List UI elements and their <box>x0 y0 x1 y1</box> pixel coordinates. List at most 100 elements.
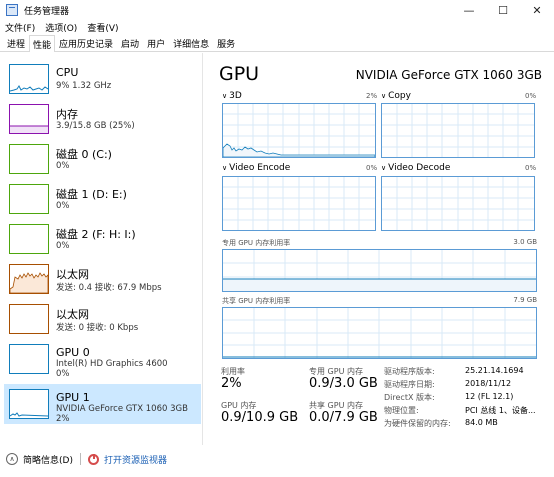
close-button[interactable]: ✕ <box>520 0 554 20</box>
gpu-model-name: NVIDIA GeForce GTX 1060 3GB <box>355 68 542 82</box>
sidebar-item-name: 以太网 <box>56 268 89 281</box>
graph-dedicated-memory <box>222 249 537 292</box>
footer-bar: ∧ 简略信息(D) 打开资源监视器 <box>0 448 554 470</box>
disk-thumbnail <box>9 184 49 214</box>
sidebar-item-detail: Intel(R) HD Graphics 4600 <box>56 359 168 369</box>
engine-selector-video-encode[interactable]: ∨ Video Encode <box>222 163 290 173</box>
info-key-driver-version: 驱动程序版本: <box>384 367 435 376</box>
sidebar-item-disk-2[interactable]: 磁盘 2 (F: H: I:) 0% <box>4 219 201 259</box>
sidebar-item-name: 磁盘 0 (C:) <box>56 148 112 161</box>
sidebar-item-ethernet-2[interactable]: 以太网 发送: 0 接收: 0 Kbps <box>4 299 201 339</box>
page-title: GPU <box>219 63 260 85</box>
graph-3d <box>222 103 376 158</box>
sidebar-item-detail: 0% <box>56 201 70 211</box>
shared-memory-stat-value: 0.0/7.9 GB <box>309 410 378 425</box>
tab-startup[interactable]: 启动 <box>117 35 143 51</box>
tab-services[interactable]: 服务 <box>213 35 239 51</box>
window-controls: — ☐ ✕ <box>452 0 554 20</box>
sidebar-item-name: 磁盘 1 (D: E:) <box>56 188 127 201</box>
utilization-value: 2% <box>221 376 242 391</box>
ethernet-thumbnail <box>9 304 49 334</box>
info-key-reserved-memory: 为硬件保留的内存: <box>384 419 451 428</box>
graph-shared-memory <box>222 307 537 359</box>
shared-memory-label: 共享 GPU 内存利用率 <box>222 297 291 305</box>
disk-thumbnail <box>9 224 49 254</box>
sidebar-item-percent: 2% <box>56 414 70 424</box>
info-value-driver-version: 25.21.14.1694 <box>465 366 524 375</box>
sidebar-item-detail: 0% <box>56 241 70 251</box>
minimize-button[interactable]: — <box>452 0 486 20</box>
graph-video-encode <box>222 176 376 231</box>
sidebar-item-gpu-1[interactable]: GPU 1 NVIDIA GeForce GTX 1060 3GB 2% <box>4 384 201 424</box>
info-key-physical-location: 物理位置: <box>384 406 419 415</box>
sidebar-item-memory[interactable]: 内存 3.9/15.8 GB (25%) <box>4 99 201 139</box>
open-resource-monitor-link[interactable]: 打开资源监视器 <box>104 453 167 466</box>
tab-users[interactable]: 用户 <box>143 35 169 51</box>
sidebar-item-detail: 9% 1.32 GHz <box>56 81 112 91</box>
tab-details[interactable]: 详细信息 <box>169 35 213 51</box>
sidebar-item-cpu[interactable]: CPU 9% 1.32 GHz <box>4 59 201 99</box>
dedicated-memory-stat-value: 0.9/3.0 GB <box>309 376 378 391</box>
engine-percent: 2% <box>366 92 378 100</box>
engine-name: Copy <box>388 91 411 101</box>
graph-video-decode <box>381 176 535 231</box>
info-value-physical-location: PCI 总线 1、设备... <box>465 406 536 415</box>
sidebar-item-detail: 0% <box>56 161 70 171</box>
footer-divider <box>79 453 81 465</box>
ethernet-thumbnail <box>9 264 49 294</box>
engine-percent: 0% <box>525 164 537 172</box>
sidebar-item-name: GPU 1 <box>56 391 90 404</box>
resource-monitor-icon[interactable] <box>87 453 99 465</box>
tab-bar: 进程 性能 应用历史记录 启动 用户 详细信息 服务 <box>0 35 554 52</box>
sidebar-item-name: 磁盘 2 (F: H: I:) <box>56 228 136 241</box>
sidebar-item-name: CPU <box>56 66 79 79</box>
engine-name: 3D <box>229 91 242 101</box>
dedicated-memory-label: 专用 GPU 内存利用率 <box>222 239 291 247</box>
chevron-down-icon: ∨ <box>222 164 228 172</box>
info-value-reserved-memory: 84.0 MB <box>465 418 498 427</box>
gpu-thumbnail <box>9 389 49 419</box>
sidebar-item-gpu-0[interactable]: GPU 0 Intel(R) HD Graphics 4600 0% <box>4 339 201 379</box>
window-title: 任务管理器 <box>24 6 70 17</box>
tab-processes[interactable]: 进程 <box>3 35 29 51</box>
engine-selector-3d[interactable]: ∨ 3D <box>222 91 242 101</box>
sidebar-item-name: 内存 <box>56 108 78 121</box>
chevron-up-icon[interactable]: ∧ <box>6 453 18 465</box>
sidebar-item-name: 以太网 <box>56 308 89 321</box>
gpu-thumbnail <box>9 344 49 374</box>
engine-name: Video Decode <box>388 163 451 173</box>
engine-selector-video-decode[interactable]: ∨ Video Decode <box>381 163 450 173</box>
fewer-details-button[interactable]: 简略信息(D) <box>23 453 73 466</box>
menu-bar: 文件(F) 选项(O) 查看(V) <box>0 20 129 35</box>
info-value-directx: 12 (FL 12.1) <box>465 392 514 401</box>
sidebar-item-percent: 0% <box>56 369 70 379</box>
menu-file[interactable]: 文件(F) <box>5 21 35 34</box>
sidebar-item-detail: 发送: 0 接收: 0 Kbps <box>56 323 139 333</box>
menu-options[interactable]: 选项(O) <box>45 21 77 34</box>
chevron-down-icon: ∨ <box>381 92 387 100</box>
chevron-down-icon: ∨ <box>381 164 387 172</box>
shared-memory-max: 7.9 GB <box>513 296 537 304</box>
memory-thumbnail <box>9 104 49 134</box>
engine-percent: 0% <box>525 92 537 100</box>
sidebar-item-detail: 发送: 0.4 接收: 67.9 Mbps <box>56 283 162 293</box>
sidebar-item-ethernet-1[interactable]: 以太网 发送: 0.4 接收: 67.9 Mbps <box>4 259 201 299</box>
sidebar-item-disk-0[interactable]: 磁盘 0 (C:) 0% <box>4 139 201 179</box>
title-bar: 任务管理器 — ☐ ✕ <box>0 0 554 20</box>
engine-selector-copy[interactable]: ∨ Copy <box>381 91 411 101</box>
sidebar-item-detail: 3.9/15.8 GB (25%) <box>56 121 135 131</box>
task-manager-icon <box>6 4 18 16</box>
menu-view[interactable]: 查看(V) <box>87 21 118 34</box>
dedicated-memory-max: 3.0 GB <box>513 238 537 246</box>
tab-performance[interactable]: 性能 <box>29 35 56 52</box>
engine-name: Video Encode <box>229 163 291 173</box>
graph-copy <box>381 103 535 158</box>
cpu-thumbnail <box>9 64 49 94</box>
info-value-driver-date: 2018/11/12 <box>465 379 512 388</box>
engine-percent: 0% <box>366 164 378 172</box>
performance-sidebar: CPU 9% 1.32 GHz 内存 3.9/15.8 GB (25%) 磁盘 … <box>0 53 203 445</box>
maximize-button[interactable]: ☐ <box>486 0 520 20</box>
sidebar-item-disk-1[interactable]: 磁盘 1 (D: E:) 0% <box>4 179 201 219</box>
tab-app-history[interactable]: 应用历史记录 <box>55 35 117 51</box>
sidebar-item-name: GPU 0 <box>56 346 90 359</box>
